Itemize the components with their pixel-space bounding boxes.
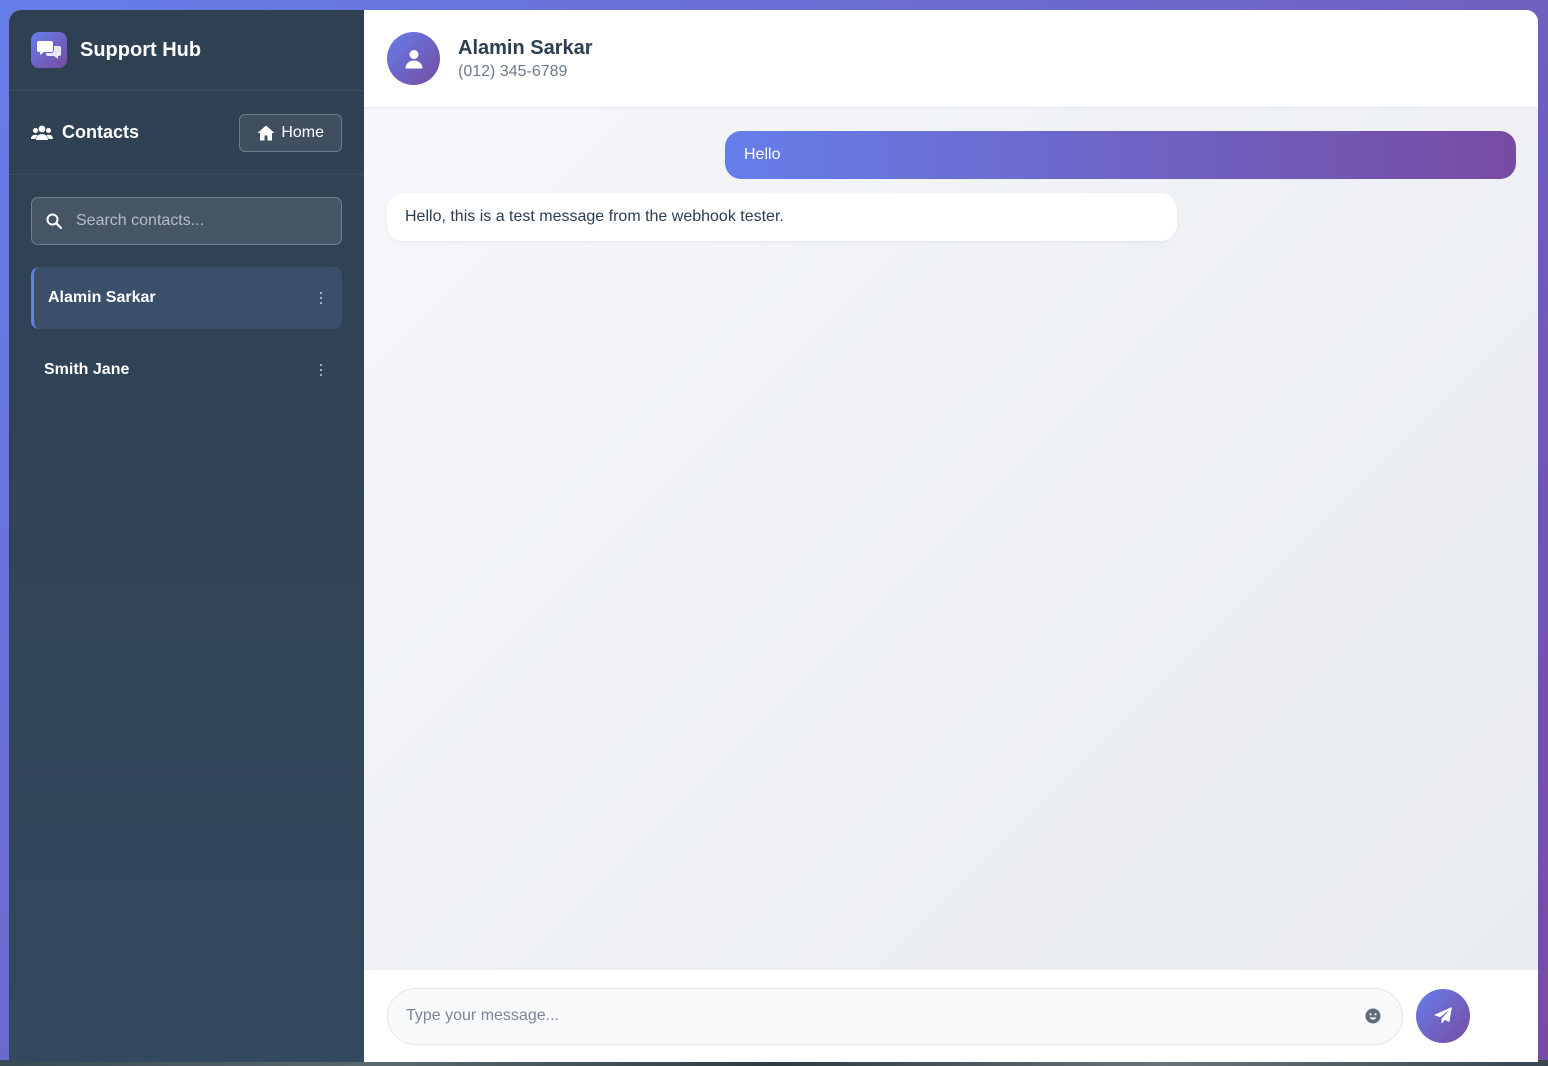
home-button[interactable]: Home [239, 113, 342, 152]
contact-name: Smith Jane [44, 361, 130, 378]
message-input[interactable] [406, 1007, 1362, 1025]
outgoing-message: Hello [725, 131, 1516, 179]
search-wrapper [9, 175, 364, 267]
more-options-icon[interactable] [314, 360, 328, 380]
contacts-title-label: Contacts [62, 122, 140, 142]
sidebar: Support Hub Contacts Home Search contact… [9, 10, 364, 1062]
chat-contact-name: Alamin Sarkar [458, 36, 593, 59]
emoji-icon[interactable] [1362, 1005, 1384, 1027]
brand-title: Support Hub [80, 38, 202, 61]
search-input[interactable] [62, 198, 341, 244]
more-options-icon[interactable] [314, 288, 328, 308]
app-window: Support Hub Contacts Home Search contact… [9, 10, 1538, 1062]
chat-header: Alamin Sarkar (012) 345-6789 [364, 10, 1538, 108]
chat-panel: Alamin Sarkar (012) 345-6789 Hello Hello… [364, 10, 1538, 1062]
incoming-message: Hello, this is a test message from the w… [387, 193, 1177, 241]
user-icon [405, 49, 422, 68]
composer [364, 969, 1538, 1062]
home-button-label: Home [281, 123, 324, 141]
search-icon [46, 213, 62, 229]
send-button[interactable] [1416, 989, 1470, 1043]
message-list: Hello Hello, this is a test message from… [364, 108, 1538, 969]
chat-contact-phone: (012) 345-6789 [458, 62, 568, 80]
chat-bubbles-icon [31, 32, 67, 68]
avatar [387, 32, 440, 85]
contacts-header: Contacts Home [9, 91, 364, 175]
contact-list: Alamin Sarkar Smith Jane [9, 267, 364, 411]
contacts-title: Contacts [31, 122, 139, 143]
contact-item-alamin-sarkar[interactable]: Alamin Sarkar [31, 267, 342, 329]
brand-header: Support Hub [9, 10, 364, 91]
contact-name: Alamin Sarkar [48, 289, 156, 306]
contact-item-smith-jane[interactable]: Smith Jane [31, 339, 342, 401]
message-input-box [387, 987, 1403, 1045]
contact-info: Alamin Sarkar (012) 345-6789 [458, 37, 593, 81]
paper-plane-icon [1434, 1007, 1452, 1024]
users-icon [31, 125, 53, 140]
home-icon [257, 125, 275, 140]
search-box [31, 197, 342, 245]
